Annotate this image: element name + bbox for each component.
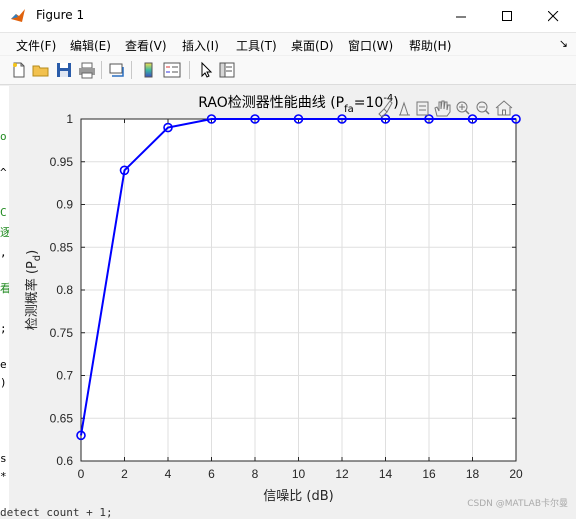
window-title: Figure 1 — [36, 8, 85, 22]
editor-text: * — [0, 470, 7, 483]
x-tick-label: 8 — [252, 467, 259, 481]
y-tick-label: 0.85 — [50, 240, 74, 254]
editor-text: C — [0, 206, 7, 219]
y-tick-label: 0.9 — [56, 198, 73, 212]
toolbar-separator — [101, 61, 102, 79]
menu-view[interactable]: 查看(V) — [125, 37, 167, 54]
y-tick-label: 0.6 — [56, 454, 73, 468]
menu-desktop[interactable]: 桌面(D) — [291, 37, 334, 54]
x-tick-label: 18 — [466, 467, 480, 481]
editor-text: s — [0, 452, 7, 465]
editor-text: ) — [0, 376, 7, 389]
maximize-button[interactable] — [484, 0, 530, 32]
menu-window[interactable]: 窗口(W) — [348, 37, 393, 54]
x-tick-label: 20 — [509, 467, 523, 481]
new-figure-icon[interactable] — [10, 61, 28, 79]
menu-file[interactable]: 文件(F) — [16, 37, 56, 54]
y-tick-label: 1 — [66, 112, 73, 126]
menu-bar: 文件(F) 编辑(E) 查看(V) 插入(I) 工具(T) 桌面(D) 窗口(W… — [0, 33, 576, 55]
toolbar-separator — [189, 61, 190, 79]
x-tick-label: 10 — [292, 467, 306, 481]
home-icon[interactable] — [495, 100, 513, 116]
editor-text: 看 — [0, 282, 9, 295]
menu-dock-arrow-icon[interactable]: ↘ — [559, 37, 568, 50]
x-tick-label: 2 — [121, 467, 128, 481]
matlab-logo-icon — [11, 9, 25, 22]
pan-icon[interactable] — [434, 100, 451, 117]
axes-toolbar — [376, 98, 516, 118]
print-icon[interactable] — [78, 61, 96, 79]
y-tick-label: 0.65 — [50, 411, 74, 425]
menu-tools[interactable]: 工具(T) — [236, 37, 277, 54]
data-tips-icon[interactable] — [399, 101, 410, 116]
menu-edit[interactable]: 编辑(E) — [70, 37, 111, 54]
editor-text: 逐 — [0, 226, 9, 239]
close-button[interactable] — [530, 0, 576, 32]
property-inspector-icon[interactable] — [218, 61, 236, 79]
minimize-button[interactable] — [438, 0, 484, 32]
x-tick-label: 16 — [422, 467, 436, 481]
chart-title: RAO检测器性能曲线 (Pfa=10-4) — [198, 93, 399, 115]
menu-insert[interactable]: 插入(I) — [182, 37, 219, 54]
link-plot-icon[interactable] — [108, 61, 126, 79]
background-editor-strip: o ^ C 逐 , 看 ; e ) s * — [0, 86, 9, 514]
minimize-icon — [455, 16, 466, 17]
zoom-in-icon[interactable] — [456, 101, 470, 115]
restore-view-icon[interactable] — [416, 101, 429, 116]
editor-text: e — [0, 358, 7, 371]
line-chart: 0 2 4 6 8 10 12 14 16 18 20 0.6 0.65 0.7 0.75 0.8 0.85 0.… — [24, 93, 523, 504]
figure-toolbar — [0, 56, 576, 85]
watermark: CSDN @MATLAB卡尔曼 — [467, 499, 568, 509]
colorbar-icon[interactable] — [140, 61, 158, 79]
toolbar-separator — [131, 61, 132, 79]
save-icon[interactable] — [55, 61, 73, 79]
x-tick-label: 0 — [78, 467, 85, 481]
editor-text: , — [0, 246, 7, 259]
editor-text: ; — [0, 322, 7, 335]
x-tick-label: 14 — [379, 467, 393, 481]
editor-text: o — [0, 130, 7, 143]
zoom-out-icon[interactable] — [476, 101, 490, 115]
figure-canvas: 0 2 4 6 8 10 12 14 16 18 20 0.6 0.65 0.7 0.75 0.8 0.85 0.… — [9, 86, 576, 514]
menu-help[interactable]: 帮助(H) — [409, 37, 451, 54]
x-tick-label: 12 — [335, 467, 349, 481]
x-tick-label: 6 — [208, 467, 215, 481]
brush-icon[interactable] — [378, 100, 393, 118]
close-icon — [547, 10, 558, 21]
title-bar[interactable]: Figure 1 — [0, 0, 576, 33]
x-axis-label: 信噪比 (dB) — [263, 489, 333, 504]
open-file-icon[interactable] — [32, 61, 50, 79]
y-tick-label: 0.95 — [50, 155, 74, 169]
legend-icon[interactable] — [163, 61, 181, 79]
y-axis-label: 检测概率 (Pd) — [24, 250, 43, 330]
y-tick-label: 0.75 — [50, 326, 74, 340]
y-tick-label: 0.8 — [56, 283, 73, 297]
maximize-icon — [501, 10, 512, 21]
editor-text: ^ — [0, 166, 7, 179]
x-tick-label: 4 — [165, 467, 172, 481]
pointer-icon[interactable] — [197, 61, 215, 79]
y-tick-label: 0.7 — [56, 369, 73, 383]
editor-code-line: detect count + 1; — [0, 506, 113, 519]
figure-window: Figure 1 文件(F) 编辑(E) 查看(V) 插入(I) 工具(T) 桌… — [0, 0, 576, 519]
